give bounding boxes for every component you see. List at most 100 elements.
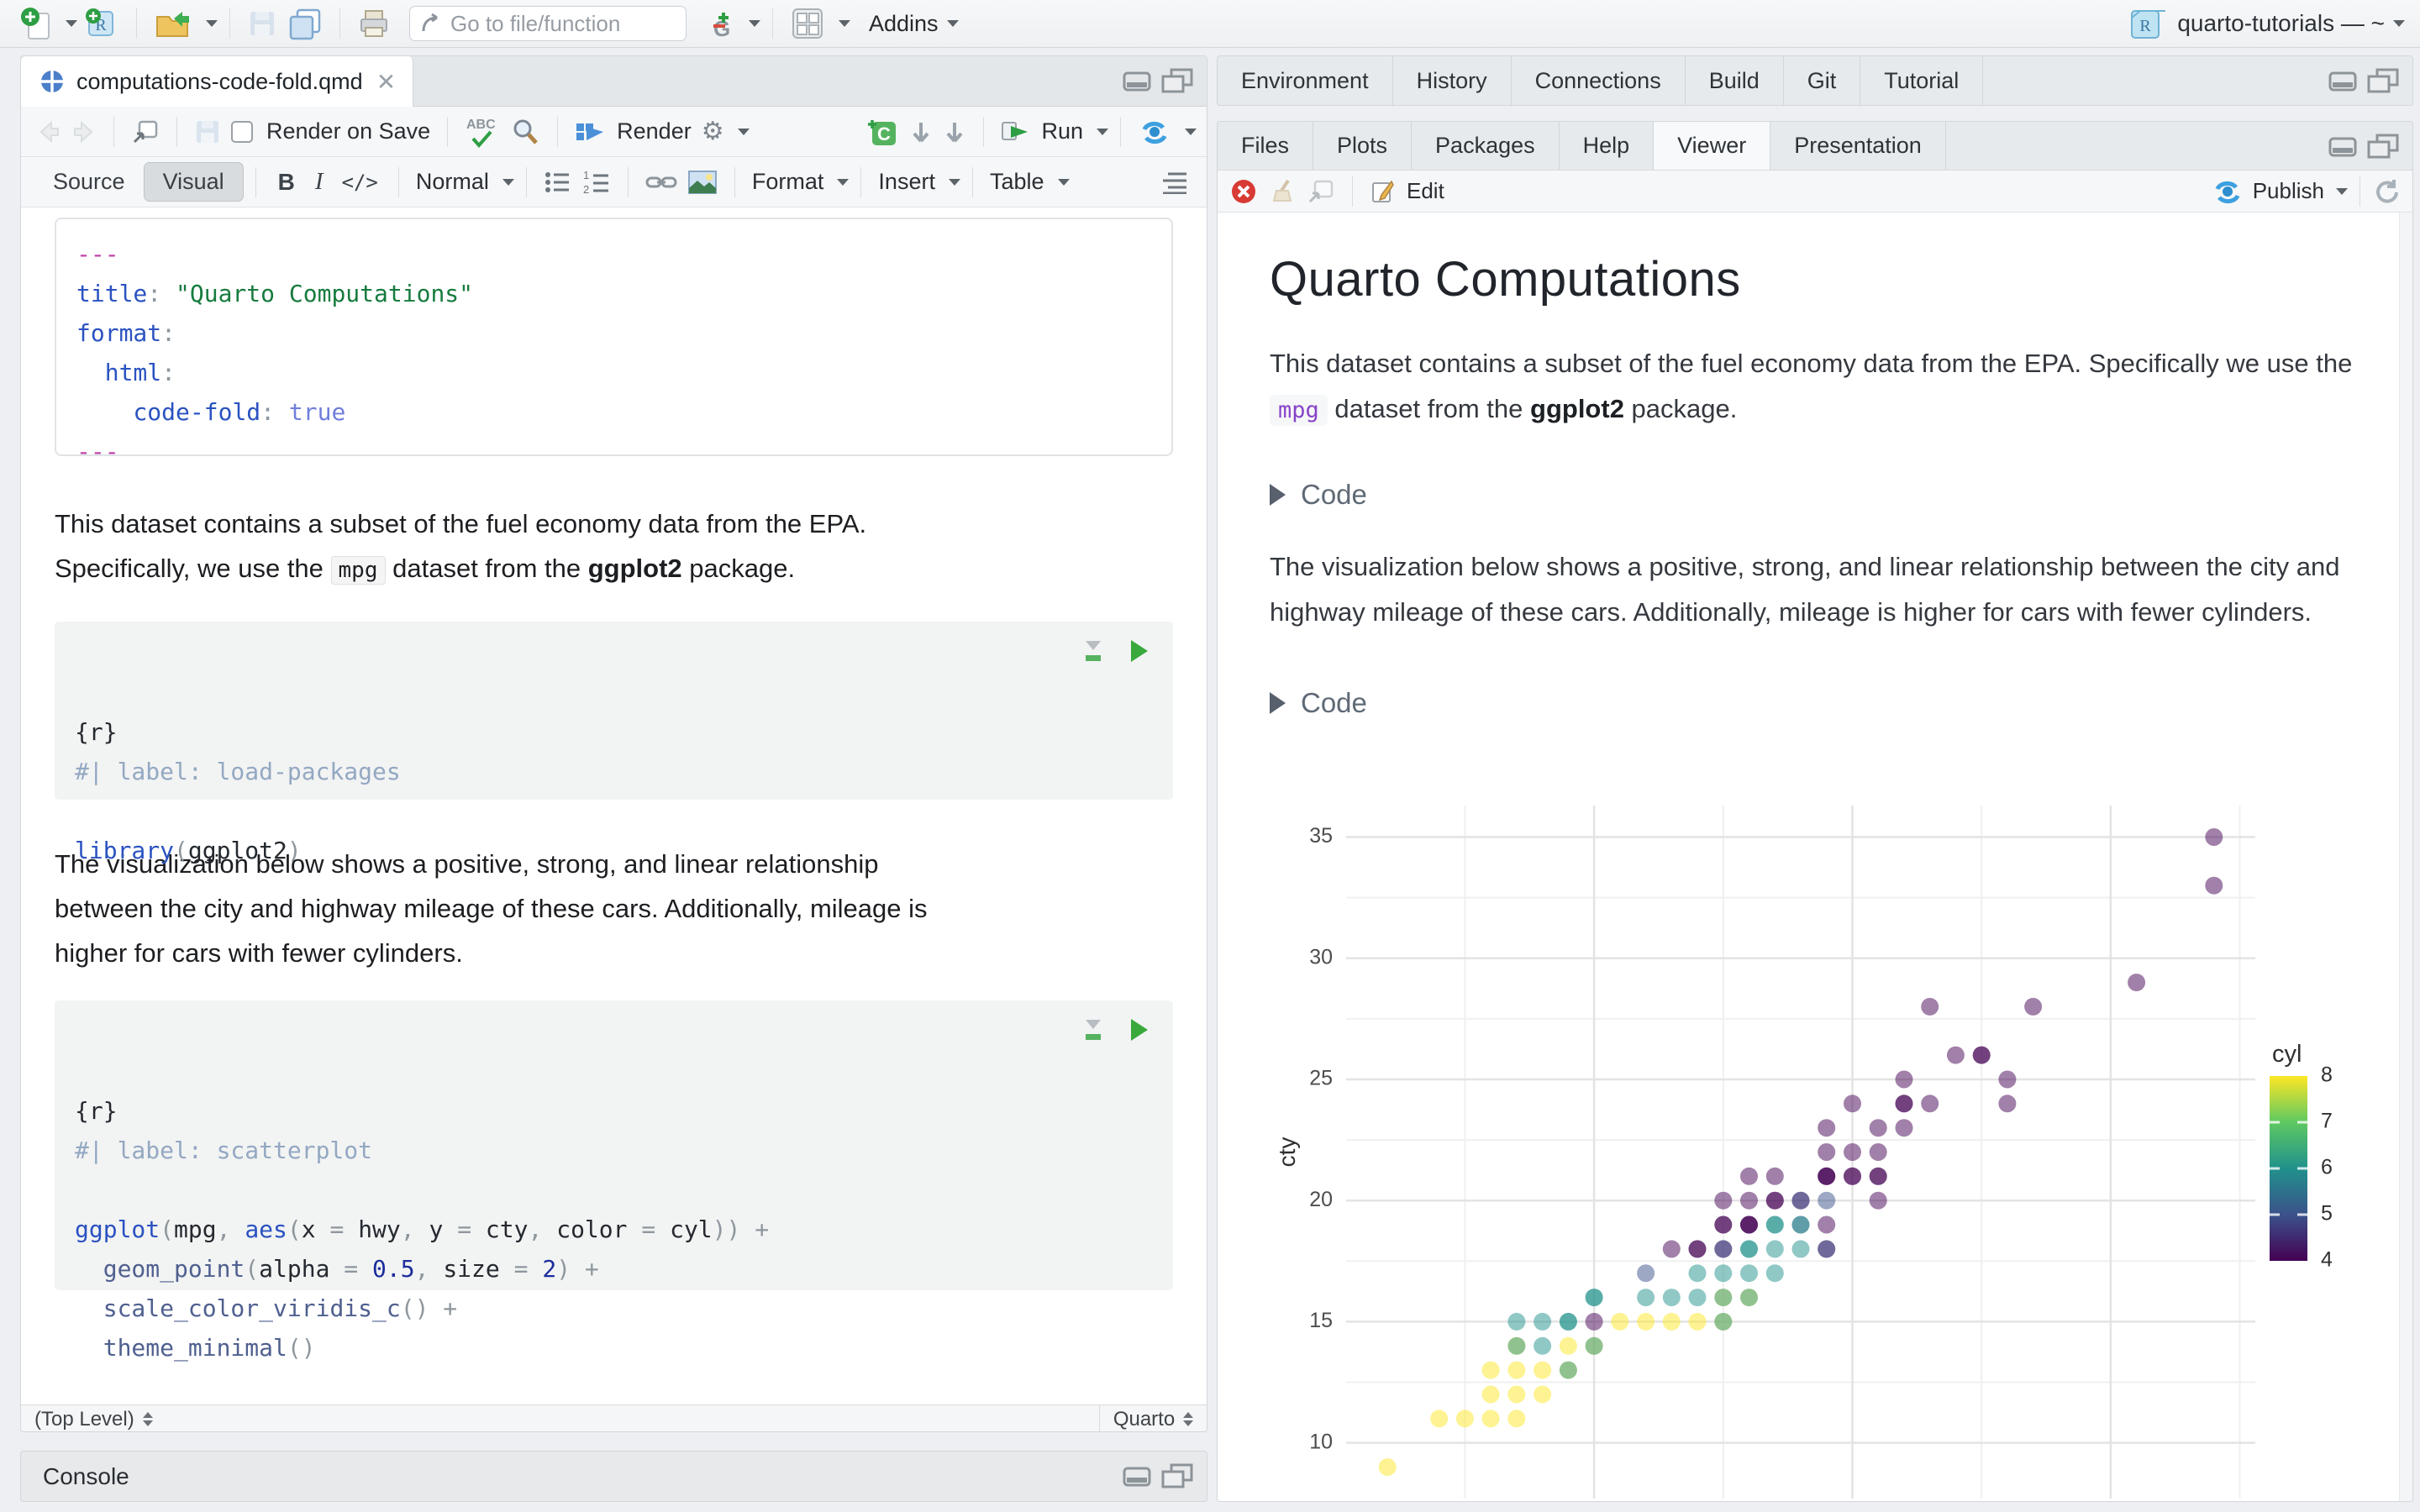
back-icon[interactable] xyxy=(36,115,61,149)
editor-tab[interactable]: computations-code-fold.qmd ✕ xyxy=(21,56,414,107)
goto-file-function-input[interactable]: Go to file/function xyxy=(409,6,687,41)
spellcheck-icon[interactable]: ABC xyxy=(465,115,500,149)
tab-tutorial[interactable]: Tutorial xyxy=(1860,56,1984,105)
tab-plots[interactable]: Plots xyxy=(1313,122,1413,170)
maximize-pane-icon[interactable] xyxy=(2367,134,2399,160)
panes-caret[interactable] xyxy=(839,20,850,27)
tab-help[interactable]: Help xyxy=(1560,122,1655,170)
console-pane[interactable]: Console xyxy=(20,1451,1207,1502)
paragraph-style-select[interactable]: Normal xyxy=(416,169,489,195)
code-fold-toggle-1[interactable]: Code xyxy=(1270,479,2412,511)
new-file-caret[interactable] xyxy=(66,20,77,27)
tab-build[interactable]: Build xyxy=(1686,56,1784,105)
editor-paragraph-1[interactable]: This dataset contains a subset of the fu… xyxy=(55,501,1173,593)
table-menu[interactable]: Table xyxy=(990,169,1044,195)
open-file-caret[interactable] xyxy=(206,20,218,27)
format-menu[interactable]: Format xyxy=(752,169,824,195)
run-all-above-icon[interactable] xyxy=(1081,1017,1106,1042)
tab-files[interactable]: Files xyxy=(1218,122,1314,170)
new-project-icon[interactable]: R xyxy=(82,7,119,40)
edit-pencil-icon[interactable] xyxy=(1370,175,1395,208)
render-label[interactable]: Render xyxy=(617,118,692,144)
git-icon[interactable]: G xyxy=(705,7,735,41)
tab-git[interactable]: Git xyxy=(1784,56,1861,105)
publish-caret[interactable] xyxy=(2336,187,2348,195)
link-icon[interactable] xyxy=(645,165,677,199)
render-settings-caret[interactable] xyxy=(737,128,750,135)
tab-presentation[interactable]: Presentation xyxy=(1770,122,1946,170)
save-doc-icon[interactable] xyxy=(194,115,221,149)
tab-environment[interactable]: Environment xyxy=(1218,56,1393,105)
popout-window-icon[interactable] xyxy=(131,115,160,149)
tab-close-icon[interactable]: ✕ xyxy=(376,68,396,96)
minimize-pane-icon[interactable] xyxy=(2328,68,2359,95)
bold-button[interactable]: B xyxy=(278,169,295,196)
code-chunk-scatterplot[interactable]: {r} #| label: scatterplot ggplot(mpg, aes… xyxy=(55,1000,1173,1362)
code-chunk-load-packages[interactable]: {r} #| label: load-packages library(ggplo… xyxy=(55,622,1173,864)
tab-connections[interactable]: Connections xyxy=(1512,56,1686,105)
maximize-pane-icon[interactable] xyxy=(1161,68,1193,95)
language-mode-selector[interactable]: Quarto xyxy=(1099,1404,1207,1431)
source-sync-caret[interactable] xyxy=(1185,128,1197,135)
print-icon[interactable] xyxy=(357,7,391,40)
render-on-save-checkbox[interactable] xyxy=(231,120,253,143)
publish-button[interactable]: Publish xyxy=(2253,178,2324,204)
project-selector[interactable]: R quarto-tutorials — ~ xyxy=(2127,4,2405,43)
run-icon[interactable] xyxy=(1001,115,1031,149)
popout-viewer-icon[interactable] xyxy=(1307,175,1335,208)
clear-viewer-broom-icon[interactable] xyxy=(1270,175,1297,208)
save-all-icon[interactable] xyxy=(287,7,323,40)
bullet-list-icon[interactable] xyxy=(544,165,572,199)
numbered-list-icon[interactable]: 12 xyxy=(582,165,611,199)
open-file-icon[interactable] xyxy=(154,7,192,40)
scope-selector[interactable]: (Top Level) xyxy=(21,1408,153,1431)
minimize-pane-icon[interactable] xyxy=(1123,68,1153,95)
maximize-pane-icon[interactable] xyxy=(2367,68,2399,95)
italic-button[interactable]: I xyxy=(315,168,324,196)
publish-icon[interactable] xyxy=(2211,177,2244,206)
source-mode-button[interactable]: Source xyxy=(34,163,144,201)
tab-packages[interactable]: Packages xyxy=(1412,122,1560,170)
format-menu-caret[interactable] xyxy=(837,178,850,186)
editor-content[interactable]: --- title: "Quarto Computations" format: h… xyxy=(21,207,1207,1404)
insert-menu[interactable]: Insert xyxy=(878,169,935,195)
visual-mode-button[interactable]: Visual xyxy=(143,162,244,202)
tab-history[interactable]: History xyxy=(1393,56,1512,105)
insert-menu-caret[interactable] xyxy=(948,178,960,186)
render-settings-gear-icon[interactable]: ⚙ xyxy=(702,115,724,149)
run-label[interactable]: Run xyxy=(1041,118,1083,144)
viewer-scrollbar[interactable] xyxy=(2399,213,2412,1501)
code-format-button[interactable]: </> xyxy=(342,171,378,194)
yaml-front-matter[interactable]: --- title: "Quarto Computations" format: h… xyxy=(55,218,1173,465)
run-previous-icon[interactable] xyxy=(909,115,933,149)
tab-viewer[interactable]: Viewer xyxy=(1654,122,1771,170)
run-all-above-icon[interactable] xyxy=(1081,638,1106,664)
run-chunk-icon[interactable] xyxy=(1128,638,1150,664)
minimize-pane-icon[interactable] xyxy=(1123,1463,1153,1490)
minimize-pane-icon[interactable] xyxy=(2328,134,2359,160)
panes-layout-icon[interactable] xyxy=(790,7,825,40)
source-sync-icon[interactable] xyxy=(1138,115,1171,149)
project-caret[interactable] xyxy=(2393,20,2405,27)
rendered-document[interactable]: Quarto Computations This dataset contain… xyxy=(1218,213,2412,1501)
new-file-icon[interactable] xyxy=(20,7,52,40)
code-fold-toggle-2[interactable]: Code xyxy=(1270,687,2412,719)
edit-button[interactable]: Edit xyxy=(1407,178,1444,204)
new-chunk-icon[interactable]: C xyxy=(865,115,899,149)
run-chunk-icon[interactable] xyxy=(1128,1017,1150,1042)
stop-icon[interactable] xyxy=(1229,177,1258,206)
git-caret[interactable] xyxy=(749,20,760,27)
addins-button[interactable]: Addins xyxy=(869,11,939,37)
search-icon[interactable] xyxy=(510,115,540,149)
table-menu-caret[interactable] xyxy=(1057,178,1070,186)
save-icon[interactable] xyxy=(247,7,277,40)
run-next-icon[interactable] xyxy=(943,115,966,149)
image-icon[interactable] xyxy=(687,165,718,199)
maximize-pane-icon[interactable] xyxy=(1161,1463,1193,1490)
run-caret[interactable] xyxy=(1097,128,1108,135)
render-icon[interactable] xyxy=(575,115,607,149)
paragraph-style-caret[interactable] xyxy=(502,178,514,186)
forward-icon[interactable] xyxy=(71,115,97,149)
outline-toggle-icon[interactable] xyxy=(1160,165,1188,199)
addins-caret[interactable] xyxy=(946,20,959,27)
